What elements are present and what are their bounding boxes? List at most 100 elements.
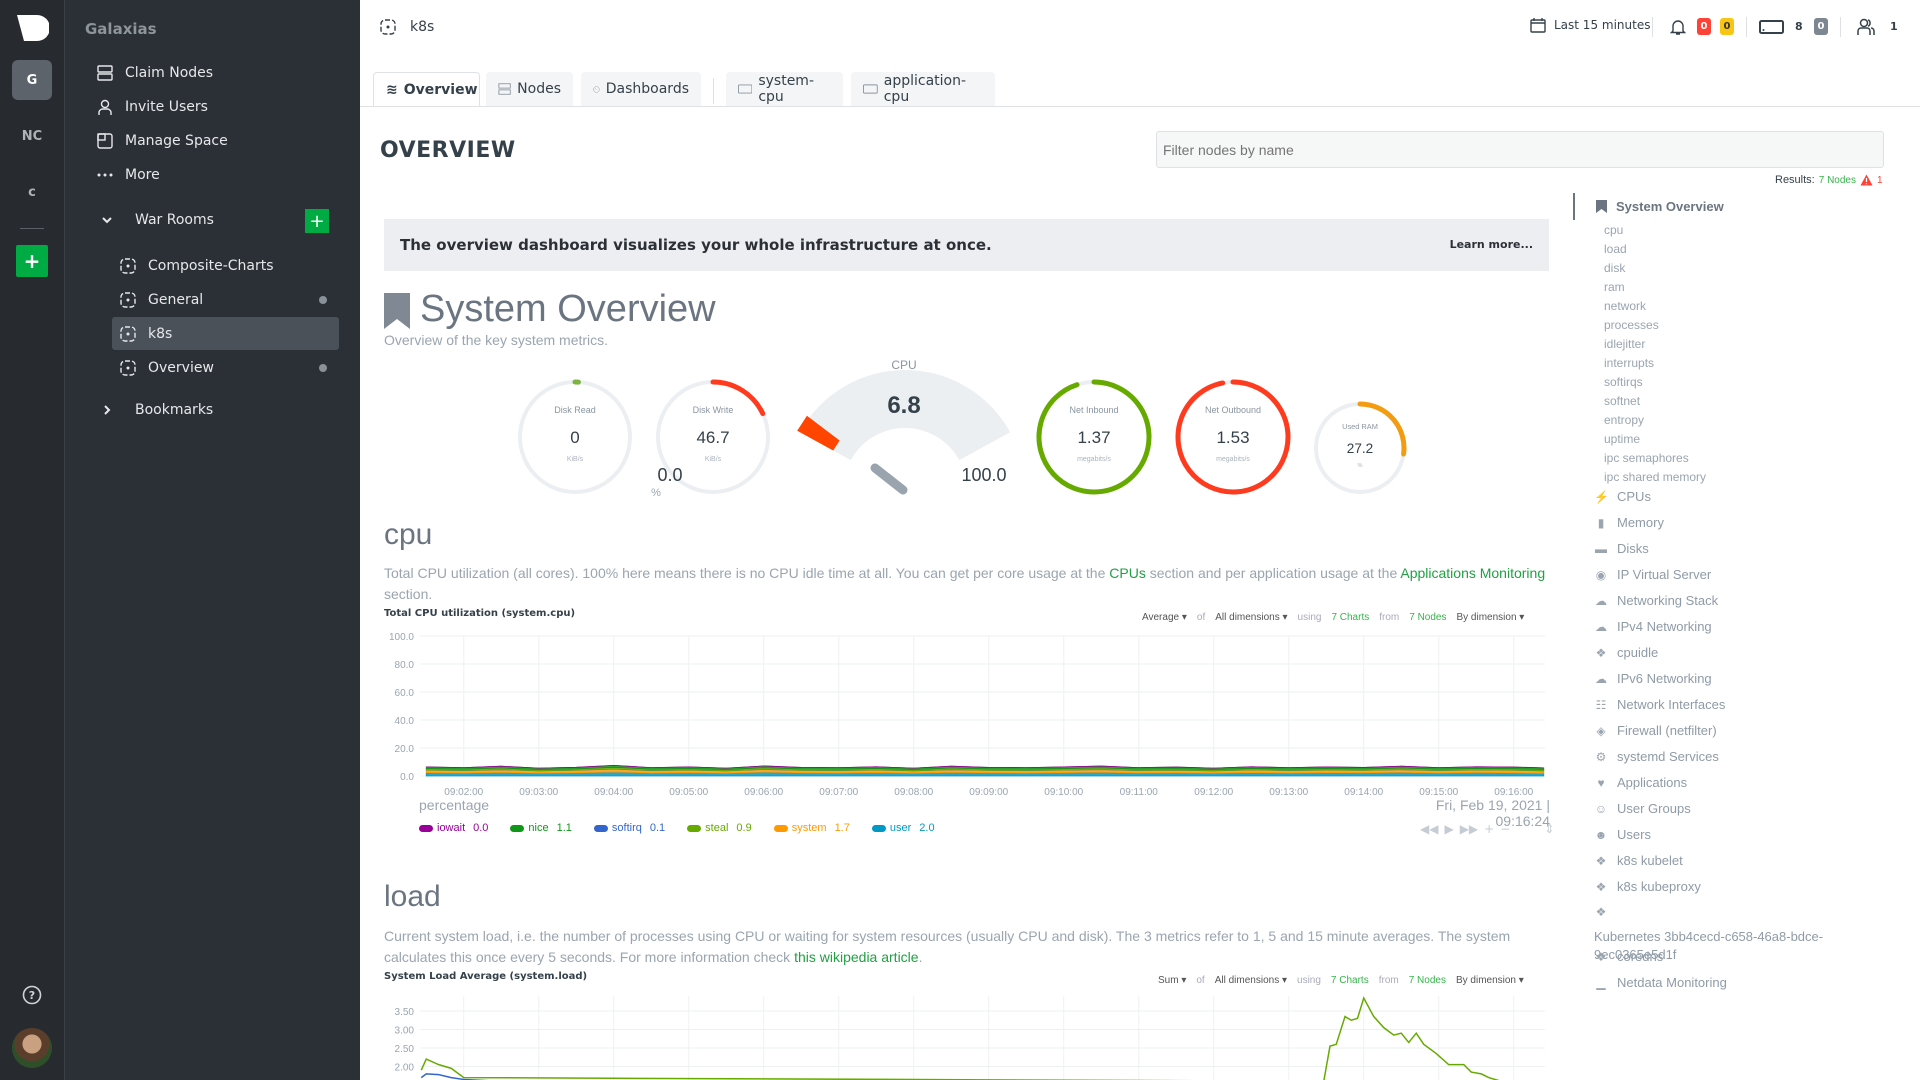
bookmarks-toggle[interactable]: Bookmarks: [101, 395, 213, 425]
results-nodes[interactable]: 7 Nodes: [1819, 175, 1856, 186]
tab-system-cpu[interactable]: system-cpu: [726, 72, 843, 106]
toc-section[interactable]: ☷ Network Interfaces: [1594, 697, 1726, 712]
space-button-g[interactable]: G: [12, 60, 52, 100]
learn-more-link[interactable]: Learn more...: [1450, 238, 1533, 251]
aggregation-select[interactable]: Sum ▾: [1158, 975, 1186, 986]
legend-item-user[interactable]: user 2.0: [871, 822, 935, 834]
space-button-nc[interactable]: NC: [12, 116, 52, 156]
toc-section[interactable]: ◈ Firewall (netfilter): [1594, 723, 1716, 738]
add-space-button[interactable]: +: [16, 245, 48, 277]
toc-section[interactable]: ▮ Memory: [1594, 515, 1664, 530]
resize-handle-icon[interactable]: ⇕: [1544, 822, 1554, 836]
pan-left-icon[interactable]: ◀◀: [1420, 822, 1438, 836]
nodes-link[interactable]: 7 Nodes: [1409, 612, 1446, 623]
cpu-chart[interactable]: 100.0 80.0 60.0 40.0 20.0 0.0 09:02:00 09:03:00…: [380, 625, 1555, 795]
room-k8s[interactable]: k8s: [112, 317, 339, 350]
toc-subitem[interactable]: ipc shared memory: [1604, 470, 1706, 484]
sidebar-item-claim-nodes[interactable]: Claim Nodes: [97, 58, 213, 88]
war-rooms-toggle[interactable]: War Rooms: [101, 205, 214, 235]
toc-system-overview[interactable]: System Overview: [1596, 199, 1724, 214]
toc-section[interactable]: ❖ k8s kubeproxy: [1594, 879, 1701, 894]
toc-section[interactable]: ☁ IPv6 Networking: [1594, 671, 1712, 686]
results-alerts[interactable]: 1: [1877, 175, 1883, 186]
legend-item-softirq[interactable]: softirq 0.1: [593, 822, 665, 834]
toc-subitem[interactable]: cpu: [1604, 223, 1623, 237]
add-room-button[interactable]: +: [305, 209, 329, 233]
critical-alerts-badge[interactable]: 0: [1697, 18, 1711, 35]
tab-dashboards[interactable]: Dashboards: [581, 72, 701, 106]
toc-section[interactable]: ❖ coredns: [1594, 949, 1664, 964]
toc-section[interactable]: ❖ cpuidle: [1594, 645, 1659, 660]
zoom-in-icon[interactable]: +: [1484, 822, 1494, 836]
tab-application-cpu[interactable]: application-cpu: [851, 72, 995, 106]
warning-icon: [1860, 174, 1873, 186]
toc-section[interactable]: ⚙ systemd Services: [1594, 749, 1719, 764]
filter-nodes-input[interactable]: [1156, 131, 1884, 168]
play-icon[interactable]: ▶: [1444, 822, 1453, 836]
wikipedia-link[interactable]: this wikipedia article: [794, 949, 919, 965]
netdata-logo-icon[interactable]: [17, 15, 49, 41]
toc-subitem[interactable]: ipc semaphores: [1604, 451, 1689, 465]
toc-subitem[interactable]: softirqs: [1604, 375, 1643, 389]
time-range-picker[interactable]: Last 15 minutes: [1530, 17, 1650, 33]
users-icon[interactable]: [1857, 18, 1875, 36]
bell-icon[interactable]: [1670, 18, 1686, 36]
tab-overview[interactable]: ≋ Overview: [373, 72, 480, 106]
help-icon[interactable]: ?: [22, 985, 42, 1005]
toc-section[interactable]: ☁ Networking Stack: [1594, 593, 1718, 608]
legend-value: 1.1: [556, 822, 572, 834]
user-avatar[interactable]: [12, 1028, 52, 1068]
dimensions-select[interactable]: All dimensions ▾: [1215, 612, 1287, 623]
sidebar-item-invite-users[interactable]: Invite Users: [97, 92, 208, 122]
toc-section[interactable]: ☻ Users: [1594, 827, 1651, 842]
server-icon: [97, 65, 113, 81]
load-chart[interactable]: 3.50 3.00 2.50 2.00: [380, 990, 1555, 1080]
room-overview[interactable]: Overview: [112, 351, 339, 384]
group-by-select[interactable]: By dimension ▾: [1456, 975, 1524, 986]
toc-subitem[interactable]: processes: [1604, 318, 1659, 332]
toc-section[interactable]: ▬ Disks: [1594, 541, 1649, 556]
toc-section[interactable]: ⚡ CPUs: [1594, 489, 1651, 504]
toc-subitem[interactable]: softnet: [1604, 394, 1640, 408]
toc-subitem[interactable]: disk: [1604, 261, 1625, 275]
legend-item-iowait[interactable]: iowait 0.0: [419, 822, 488, 834]
toc-subitem[interactable]: interrupts: [1604, 356, 1654, 370]
toc-section[interactable]: ☺ User Groups: [1594, 801, 1691, 816]
pan-right-icon[interactable]: ▶▶: [1460, 822, 1478, 836]
toc-subitem[interactable]: uptime: [1604, 432, 1640, 446]
aggregation-select[interactable]: Average ▾: [1142, 612, 1187, 623]
group-by-select[interactable]: By dimension ▾: [1456, 612, 1524, 623]
sidebar-item-manage-space[interactable]: Manage Space: [97, 126, 228, 156]
gauge-unit: KiB/s: [567, 456, 584, 463]
toc-section[interactable]: ♥ Applications: [1594, 775, 1687, 790]
legend-item-system[interactable]: system 1.7: [773, 822, 850, 834]
toc-section[interactable]: ▁ Netdata Monitoring: [1594, 975, 1726, 990]
legend-item-steal[interactable]: steal 0.9: [687, 822, 752, 834]
offline-nodes-badge[interactable]: 0: [1814, 18, 1828, 35]
nodes-link[interactable]: 7 Nodes: [1409, 975, 1446, 986]
toc-subitem[interactable]: idlejitter: [1604, 337, 1645, 351]
toc-section[interactable]: ◉ IP Virtual Server: [1594, 567, 1711, 582]
legend-item-nice[interactable]: nice 1.1: [510, 822, 572, 834]
room-composite-charts[interactable]: Composite-Charts: [112, 249, 339, 282]
toc-subitem[interactable]: network: [1604, 299, 1646, 313]
nodes-icon[interactable]: [1759, 20, 1784, 34]
toc-section[interactable]: ❖ k8s kubelet: [1594, 853, 1683, 868]
room-general[interactable]: General: [112, 283, 339, 316]
room-activity-dot: [319, 363, 327, 372]
charts-link[interactable]: 7 Charts: [1331, 975, 1369, 986]
zoom-out-icon[interactable]: −: [1500, 822, 1510, 836]
dimensions-select[interactable]: All dimensions ▾: [1215, 975, 1287, 986]
cpus-link[interactable]: CPUs: [1109, 565, 1146, 581]
toc-subitem[interactable]: ram: [1604, 280, 1625, 294]
sidebar-item-more[interactable]: More: [97, 160, 160, 190]
warning-alerts-badge[interactable]: 0: [1720, 18, 1734, 35]
space-button-c[interactable]: c: [12, 172, 52, 212]
toc-subitem[interactable]: entropy: [1604, 413, 1644, 427]
applications-monitoring-link[interactable]: Applications Monitoring: [1400, 565, 1545, 581]
charts-link[interactable]: 7 Charts: [1331, 612, 1369, 623]
toc-subitem[interactable]: load: [1604, 242, 1627, 256]
toc-section[interactable]: ☁ IPv4 Networking: [1594, 619, 1712, 634]
tab-nodes[interactable]: Nodes: [486, 72, 573, 106]
room-icon: [120, 359, 136, 376]
